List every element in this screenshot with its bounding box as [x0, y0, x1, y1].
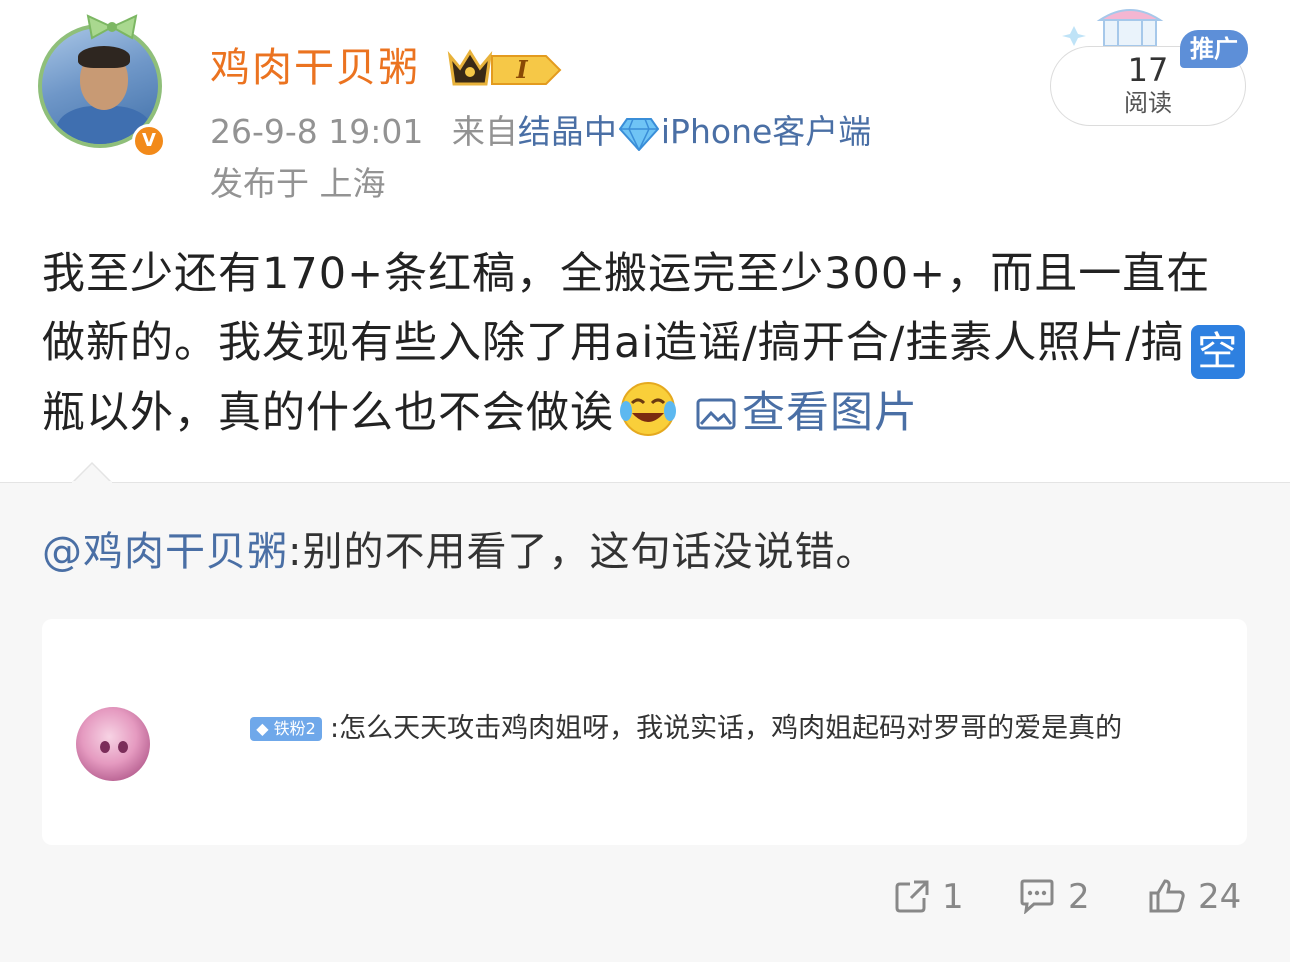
source-prefix: 来自 — [451, 112, 518, 151]
post-location: 发布于 上海 — [210, 164, 386, 203]
source-client[interactable]: iPhone客户端 — [661, 112, 871, 151]
like-count: 24 — [1198, 877, 1242, 917]
view-pictures-link[interactable]: 查看图片 — [696, 388, 918, 438]
post-text-part1: 我至少还有170+条红稿，全搬运完至少300+，而且一直在做新的。我发现有些入除… — [42, 249, 1211, 368]
repost-area: @鸡肉干贝粥:别的不用看了，这句话没说错。 ◆ 铁粉2 :怎么天天攻击鸡肉姐呀，… — [0, 461, 1290, 962]
repost-text: @鸡肉干贝粥:别的不用看了，这句话没说错。 — [42, 523, 876, 581]
diamond-icon — [618, 117, 659, 151]
read-label: 阅读 — [1124, 89, 1172, 117]
author-avatar[interactable]: V — [34, 14, 174, 158]
comment-button[interactable]: 2 — [1018, 875, 1090, 919]
kong-emoji-icon: 空 — [1190, 325, 1245, 379]
fan-level-badge: ◆ 铁粉2 — [250, 717, 322, 741]
bow-decoration-icon — [86, 14, 138, 40]
comment-count: 2 — [1068, 877, 1090, 917]
post-text-part2: 瓶以外，真的什么也不会做诶 — [42, 388, 614, 438]
image-icon — [696, 398, 736, 430]
post-timestamp: 26-9-8 19:01 — [210, 112, 424, 151]
quoted-comment-text: :怎么天天攻击鸡肉姐呀，我说实话，鸡肉姐起码对罗哥的爱是真的 — [330, 713, 1123, 744]
source-link[interactable]: 结晶中 — [518, 112, 617, 151]
share-button[interactable]: 1 — [894, 875, 964, 919]
view-pictures-label[interactable]: 查看图片 — [742, 388, 918, 438]
repost-comment: :别的不用看了，这句话没说错。 — [288, 529, 877, 575]
verified-badge-icon: V — [132, 124, 166, 158]
laughing-crying-emoji-icon — [620, 382, 676, 436]
comment-icon — [1020, 879, 1054, 915]
level-badge-text: I — [515, 55, 528, 84]
author-name[interactable]: 鸡肉干贝粥 — [210, 40, 420, 96]
quoted-comment-card[interactable]: ◆ 铁粉2 :怎么天天攻击鸡肉姐呀，我说实话，鸡肉姐起码对罗哥的爱是真的 — [42, 619, 1247, 845]
commenter-avatar[interactable] — [76, 707, 150, 781]
like-button[interactable]: 24 — [1148, 875, 1241, 919]
post-meta: 26-9-8 19:01 来自结晶中 iPhone客户端 — [210, 108, 871, 156]
share-icon — [895, 880, 929, 913]
member-level-badge-icon[interactable]: I — [446, 46, 564, 90]
post-content: 我至少还有170+条红稿，全搬运完至少300+，而且一直在做新的。我发现有些入除… — [42, 240, 1252, 448]
carousel-decoration-icon — [1062, 9, 1164, 46]
share-count: 1 — [942, 877, 964, 917]
repost-notch — [72, 461, 112, 483]
mention-link[interactable]: @鸡肉干贝粥 — [42, 529, 288, 575]
thumbs-up-icon — [1149, 879, 1185, 913]
action-bar: 1 2 24 — [0, 867, 1290, 927]
promote-button[interactable]: 推广 — [1180, 30, 1248, 68]
